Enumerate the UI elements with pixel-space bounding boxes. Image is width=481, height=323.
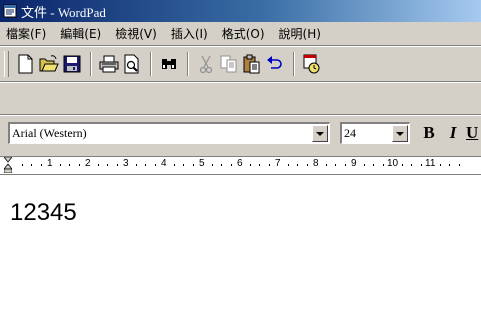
new-document-icon[interactable] bbox=[15, 52, 37, 76]
ruler-tick bbox=[69, 164, 70, 166]
toolbar-separator bbox=[90, 52, 92, 76]
print-preview-icon[interactable] bbox=[121, 52, 143, 76]
ruler-tick bbox=[382, 164, 384, 166]
italic-button[interactable]: I bbox=[442, 122, 464, 144]
ruler-tick bbox=[97, 164, 99, 166]
cut-scissors-icon[interactable] bbox=[195, 52, 217, 76]
ruler-scale: 1 2 3 4 5 6 7 8 9 10 11 bbox=[0, 157, 481, 173]
ruler-tick bbox=[135, 164, 137, 166]
toolbar-separator bbox=[187, 52, 189, 76]
ruler-tick bbox=[259, 164, 260, 166]
ruler-tick bbox=[411, 164, 412, 166]
copy-icon[interactable] bbox=[218, 52, 240, 76]
wordpad-window: 文件 - WordPad 檔案(F) 編輯(E) 檢視(V) 插入(I) 格式(… bbox=[0, 0, 481, 323]
bold-button[interactable]: B bbox=[418, 122, 440, 144]
menu-edit[interactable]: 編輯(E) bbox=[60, 25, 101, 42]
indent-marker-icon[interactable] bbox=[4, 157, 12, 173]
ruler-tick bbox=[78, 164, 80, 166]
ruler-number: 11 bbox=[425, 158, 436, 169]
font-size-value: 24 bbox=[344, 126, 356, 140]
ruler-tick bbox=[249, 164, 251, 166]
standard-toolbar bbox=[0, 48, 481, 80]
ruler-tick bbox=[211, 164, 213, 166]
ruler-tick bbox=[287, 164, 289, 166]
ruler-tick bbox=[40, 164, 42, 166]
menu-help[interactable]: 說明(H) bbox=[279, 25, 321, 42]
menu-file[interactable]: 檔案(F) bbox=[6, 25, 46, 42]
ruler-number: 3 bbox=[123, 158, 129, 169]
font-name-value: Arial (Western) bbox=[12, 126, 87, 140]
ruler-number: 9 bbox=[351, 158, 357, 169]
open-folder-icon[interactable] bbox=[38, 52, 60, 76]
insert-date-time-icon[interactable] bbox=[301, 52, 323, 76]
ruler-number: 10 bbox=[387, 158, 399, 169]
ruler-tick bbox=[335, 164, 336, 166]
ruler-tick bbox=[449, 164, 450, 166]
ruler-tick bbox=[107, 164, 108, 166]
ruler-number: 6 bbox=[237, 158, 243, 169]
ruler-tick bbox=[116, 164, 118, 166]
ruler-number: 4 bbox=[161, 158, 167, 169]
font-dropdown-arrow-icon[interactable] bbox=[312, 125, 328, 142]
size-dropdown-arrow-icon[interactable] bbox=[392, 125, 408, 142]
ruler-tick bbox=[363, 164, 365, 166]
menu-format[interactable]: 格式(O) bbox=[222, 25, 265, 42]
menu-separator bbox=[0, 45, 481, 47]
ruler-tick bbox=[344, 164, 346, 166]
ruler-tick bbox=[59, 164, 61, 166]
ruler-tick bbox=[297, 164, 298, 166]
ruler-tick bbox=[420, 164, 422, 166]
paste-clipboard-icon[interactable] bbox=[241, 52, 263, 76]
ruler-tick bbox=[268, 164, 270, 166]
ruler-tick bbox=[173, 164, 175, 166]
format-bar: Arial (Western) 24 B I U bbox=[0, 116, 481, 152]
ruler-tick bbox=[31, 164, 32, 166]
underline-button[interactable]: U bbox=[466, 122, 481, 144]
ruler-tick bbox=[154, 164, 156, 166]
toolbar-band-spacer bbox=[0, 83, 481, 116]
ruler-number: 5 bbox=[199, 158, 205, 169]
menu-insert[interactable]: 插入(I) bbox=[171, 25, 208, 42]
undo-icon[interactable] bbox=[264, 52, 286, 76]
find-binoculars-icon[interactable] bbox=[158, 52, 180, 76]
save-disk-icon[interactable] bbox=[61, 52, 83, 76]
toolbar-separator bbox=[150, 52, 152, 76]
toolbar-separator bbox=[293, 52, 295, 76]
ruler-tick bbox=[221, 164, 222, 166]
ruler-tick bbox=[145, 164, 146, 166]
ruler[interactable]: 1 2 3 4 5 6 7 8 9 10 11 bbox=[0, 156, 481, 174]
title-bar[interactable]: 文件 - WordPad bbox=[0, 0, 481, 22]
ruler-number: 8 bbox=[313, 158, 319, 169]
font-size-combo[interactable]: 24 bbox=[340, 122, 410, 144]
window-title: 文件 - WordPad bbox=[21, 4, 106, 20]
wordpad-doc-icon[interactable] bbox=[3, 4, 17, 18]
ruler-number: 7 bbox=[275, 158, 281, 169]
ruler-tick bbox=[373, 164, 374, 166]
toolbar-grip[interactable] bbox=[4, 51, 9, 77]
ruler-tick bbox=[401, 164, 403, 166]
ruler-tick bbox=[325, 164, 327, 166]
ruler-tick bbox=[230, 164, 232, 166]
ruler-number: 2 bbox=[85, 158, 91, 169]
print-icon[interactable] bbox=[98, 52, 120, 76]
menu-view[interactable]: 檢視(V) bbox=[115, 25, 157, 42]
font-name-combo[interactable]: Arial (Western) bbox=[8, 122, 330, 144]
ruler-tick bbox=[192, 164, 194, 166]
ruler-tick bbox=[183, 164, 184, 166]
document-area[interactable]: 12345 bbox=[0, 174, 481, 323]
ruler-tick bbox=[306, 164, 308, 166]
menu-bar: 檔案(F) 編輯(E) 檢視(V) 插入(I) 格式(O) 說明(H) bbox=[0, 22, 481, 44]
document-text[interactable]: 12345 bbox=[10, 199, 77, 227]
ruler-tick bbox=[21, 164, 23, 166]
ruler-tick bbox=[439, 164, 441, 166]
ruler-tick bbox=[458, 164, 460, 166]
ruler-number: 1 bbox=[47, 158, 53, 169]
